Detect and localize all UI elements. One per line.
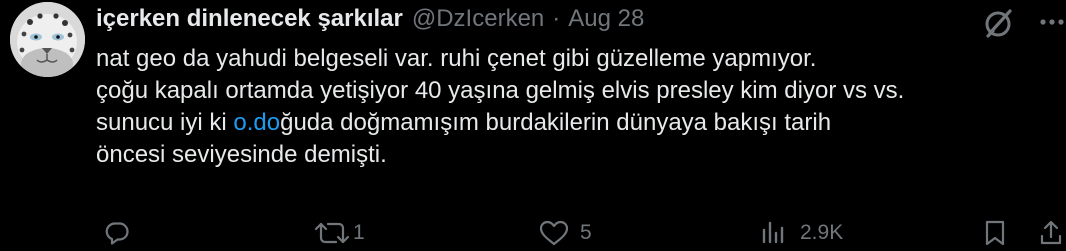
action-bar: 1 5 2.9K — [0, 214, 1066, 251]
separator-dot: · — [552, 5, 561, 32]
link-o-do[interactable]: o.do — [233, 109, 280, 136]
tweet-text-line: çoğu kapalı ortamda yetişiyor 40 yaşına … — [96, 77, 905, 104]
more-icon[interactable] — [1038, 8, 1066, 36]
bookmark-icon — [985, 220, 1005, 245]
tweet-text-line: öncesi seviyesinde demişti. — [96, 141, 387, 168]
tweet-text-line: sunucu iyi ki o.doğuda doğmamışım burdak… — [96, 107, 1064, 139]
timestamp[interactable]: Aug 28 — [568, 3, 644, 35]
bookmark-button[interactable] — [982, 214, 1008, 251]
tweet[interactable]: içerken dinlenecek şarkılar @DzIcerken ·… — [0, 0, 1066, 251]
avatar[interactable] — [10, 2, 85, 77]
retweet-icon — [314, 222, 350, 243]
grok-icon[interactable] — [982, 6, 1016, 40]
tweet-header: içerken dinlenecek şarkılar @DzIcerken ·… — [96, 3, 644, 35]
tweet-text: nat geo da yahudi belgeseli var. ruhi çe… — [96, 43, 1064, 171]
views-button[interactable]: 2.9K — [760, 214, 843, 251]
tweet-text-segment: sunucu iyi ki — [96, 109, 234, 136]
reply-icon — [105, 221, 129, 245]
tweet-text-segment: ğuda doğmamışım burdakilerin dünyaya bak… — [280, 109, 832, 136]
handle[interactable]: @DzIcerken — [412, 3, 544, 35]
heart-icon — [539, 220, 569, 245]
views-count: 2.9K — [800, 220, 844, 244]
like-count: 5 — [580, 220, 592, 244]
views-icon — [762, 221, 784, 243]
retweet-count: 1 — [353, 220, 365, 244]
share-icon — [1040, 220, 1062, 244]
reply-button[interactable] — [104, 214, 136, 251]
snow-leopard-avatar-icon — [10, 2, 85, 77]
tweet-text-line: nat geo da yahudi belgeseli var. ruhi çe… — [96, 45, 817, 72]
share-button[interactable] — [1038, 214, 1064, 251]
retweet-button[interactable]: 1 — [313, 214, 365, 251]
display-name[interactable]: içerken dinlenecek şarkılar — [96, 3, 403, 35]
like-button[interactable]: 5 — [538, 214, 592, 251]
